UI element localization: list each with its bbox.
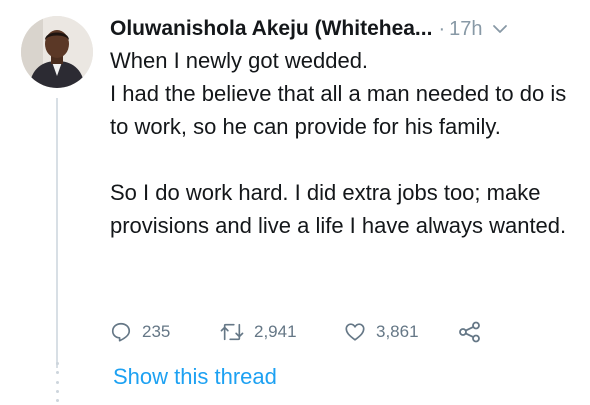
share-icon <box>459 321 480 343</box>
reply-button[interactable]: 235 <box>110 321 220 343</box>
avatar-photo <box>21 16 93 88</box>
thread-connector-line <box>56 98 58 368</box>
like-button[interactable]: 3,861 <box>344 321 458 343</box>
header-separator: · <box>438 17 446 40</box>
author-avatar[interactable] <box>21 16 93 88</box>
retweet-icon <box>220 323 244 341</box>
tweet-actions: 235 2,941 3,861 <box>110 317 550 347</box>
chevron-down-icon[interactable] <box>492 23 508 35</box>
reply-count: 235 <box>142 322 171 341</box>
author-name[interactable]: Oluwanishola Akeju (Whitehea... <box>110 17 432 41</box>
tweet-header: Oluwanishola Akeju (Whitehea... · 17h <box>110 14 578 44</box>
tweet-text: When I newly got wedded. I had the belie… <box>110 48 567 238</box>
thread-dots <box>55 362 59 402</box>
tweet-timestamp[interactable]: 17h <box>449 18 482 41</box>
show-thread-link[interactable]: Show this thread <box>113 364 277 390</box>
heart-icon <box>345 323 365 341</box>
like-count: 3,861 <box>376 322 419 341</box>
share-button[interactable] <box>458 321 482 343</box>
retweet-button[interactable]: 2,941 <box>220 321 344 343</box>
retweet-count: 2,941 <box>254 322 297 341</box>
reply-icon <box>111 322 131 342</box>
